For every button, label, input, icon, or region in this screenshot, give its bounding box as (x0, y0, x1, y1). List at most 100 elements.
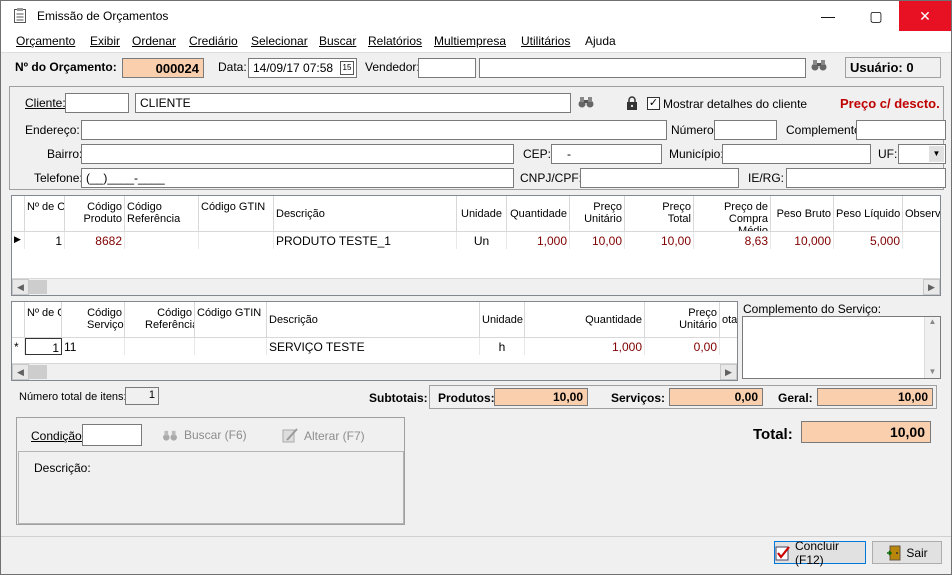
numero-field[interactable] (714, 120, 777, 140)
vendedor-code-field[interactable] (418, 58, 476, 78)
cell-referencia[interactable] (125, 338, 195, 355)
column-header[interactable]: Código Produto (65, 196, 125, 232)
scroll-thumb[interactable] (29, 280, 47, 294)
complemento-servico-textarea[interactable]: ▲ ▼ (742, 316, 941, 379)
municipio-field[interactable] (722, 144, 871, 164)
calendar-icon[interactable]: 15 (340, 61, 354, 75)
cell-gtin[interactable] (199, 232, 274, 249)
menu-crediario[interactable]: Crediário (189, 34, 238, 48)
column-header[interactable]: Código Referência (125, 196, 199, 232)
binoculars-icon[interactable] (811, 58, 827, 72)
column-header[interactable]: Código GTIN (195, 302, 267, 338)
cell-unitario[interactable]: 10,00 (570, 232, 625, 249)
menu-exibir[interactable]: Exibir (90, 34, 120, 48)
menu-ordenar[interactable]: Ordenar (132, 34, 176, 48)
maximize-button[interactable]: ▢ (853, 1, 899, 31)
servicos-grid[interactable]: Nº de Ordem Código Serviço Código Referê… (11, 301, 738, 381)
cell-unitario[interactable]: 0,00 (645, 338, 720, 355)
vendedor-name-field[interactable] (479, 58, 806, 78)
cell-quantidade[interactable]: 1,000 (525, 338, 645, 355)
cell-quantidade[interactable]: 1,000 (507, 232, 570, 249)
column-header[interactable]: Nº de Ordem (25, 196, 65, 232)
column-header[interactable]: Preço de Compra Médio (694, 196, 771, 232)
binoculars-icon[interactable] (578, 95, 594, 109)
menu-selecionar[interactable]: Selecionar (251, 34, 308, 48)
table-row[interactable]: ▶ 1 8682 PRODUTO TESTE_1 Un 1,000 10,00 … (12, 232, 940, 249)
cell-compra[interactable]: 8,63 (694, 232, 771, 249)
cell-codigo[interactable]: 8682 (65, 232, 125, 249)
table-row[interactable]: * 1 11 SERVIÇO TESTE h 1,000 0,00 (12, 338, 737, 355)
produtos-grid[interactable]: Nº de Ordem Código Produto Código Referê… (11, 195, 941, 296)
horizontal-scrollbar[interactable]: ◀ ▶ (12, 363, 737, 380)
ie-field[interactable] (786, 168, 946, 188)
chevron-right-icon[interactable]: ▶ (720, 364, 737, 380)
vertical-scrollbar[interactable]: ▲ ▼ (924, 317, 940, 378)
column-header[interactable]: Código Serviço (62, 302, 125, 338)
column-header[interactable]: Peso Líquido (834, 196, 903, 232)
column-header[interactable]: Peso Bruto (771, 196, 834, 232)
lock-icon[interactable] (626, 96, 638, 110)
column-header[interactable]: Descrição (274, 196, 457, 232)
column-header[interactable]: Código Referência (125, 302, 195, 338)
cell-unidade[interactable]: Un (457, 232, 507, 249)
mostrar-detalhes-checkbox[interactable]: ✓ (647, 97, 660, 110)
uf-select[interactable]: ▼ (898, 144, 946, 164)
column-header[interactable]: Nº de Ordem (25, 302, 62, 338)
cell-descricao[interactable]: PRODUTO TESTE_1 (274, 232, 457, 249)
column-header[interactable]: Observ (903, 196, 940, 232)
column-header[interactable]: Descrição (267, 302, 480, 338)
cell-obs[interactable] (903, 232, 940, 249)
cell-unidade[interactable]: h (480, 338, 525, 355)
menu-orcamento[interactable]: Orçamento (16, 34, 75, 48)
endereco-field[interactable] (81, 120, 667, 140)
concluir-button[interactable]: Concluir (F12) (774, 539, 866, 567)
chevron-left-icon[interactable]: ◀ (12, 279, 29, 295)
cell-ordem[interactable]: 1 (25, 232, 65, 249)
cep-label: CEP: (523, 147, 552, 161)
row-header-column (12, 302, 25, 338)
column-header[interactable]: Quantidade (507, 196, 570, 232)
cell-ordem[interactable]: 1 (25, 338, 62, 355)
alterar-f7-button[interactable]: Alterar (F7) (282, 428, 365, 443)
column-header[interactable]: otal (720, 302, 737, 338)
column-header[interactable]: Unidade (480, 302, 525, 338)
condicao-field[interactable] (82, 424, 142, 446)
telefone-field[interactable]: (__)____-____ (81, 168, 514, 188)
horizontal-scrollbar[interactable]: ◀ ▶ (12, 278, 940, 295)
cell-codigo[interactable]: 11 (62, 338, 125, 355)
cell-descricao[interactable]: SERVIÇO TESTE (267, 338, 480, 355)
bairro-field[interactable] (81, 144, 514, 164)
cell-referencia[interactable] (125, 232, 199, 249)
date-field[interactable]: 14/09/17 07:58 15 (248, 58, 357, 78)
chevron-right-icon[interactable]: ▶ (923, 279, 940, 295)
orcamento-number-field[interactable]: 000024 (122, 58, 204, 78)
complemento-field[interactable] (856, 120, 946, 140)
chevron-up-icon[interactable]: ▲ (925, 317, 940, 326)
column-header[interactable]: Preço Unitário (570, 196, 625, 232)
cell-gtin[interactable] (195, 338, 267, 355)
cliente-name-field[interactable]: CLIENTE (135, 93, 571, 113)
buscar-f6-button[interactable]: Buscar (F6) (162, 428, 247, 442)
menu-ajuda[interactable]: Ajuda (585, 34, 616, 48)
cell-total[interactable]: 10,00 (625, 232, 694, 249)
menu-relatorios[interactable]: Relatórios (368, 34, 422, 48)
chevron-down-icon[interactable]: ▼ (925, 367, 940, 376)
column-header[interactable]: Preço Total (625, 196, 694, 232)
close-button[interactable]: ✕ (899, 1, 951, 31)
scroll-thumb[interactable] (29, 365, 47, 379)
column-header[interactable]: Unidade (457, 196, 507, 232)
chevron-left-icon[interactable]: ◀ (12, 364, 29, 380)
column-header[interactable]: Código GTIN (199, 196, 274, 232)
menu-buscar[interactable]: Buscar (319, 34, 356, 48)
cep-field[interactable]: - (551, 144, 662, 164)
sair-button[interactable]: Sair (872, 541, 942, 564)
cliente-code-field[interactable] (65, 93, 129, 113)
menu-multiempresa[interactable]: Multiempresa (434, 34, 506, 48)
minimize-button[interactable]: — (805, 1, 851, 31)
cnpj-field[interactable] (580, 168, 739, 188)
column-header[interactable]: Quantidade (525, 302, 645, 338)
cell-liquido[interactable]: 5,000 (834, 232, 903, 249)
menu-utilitarios[interactable]: Utilitários (521, 34, 570, 48)
cell-bruto[interactable]: 10,000 (771, 232, 834, 249)
column-header[interactable]: Preço Unitário (645, 302, 720, 338)
